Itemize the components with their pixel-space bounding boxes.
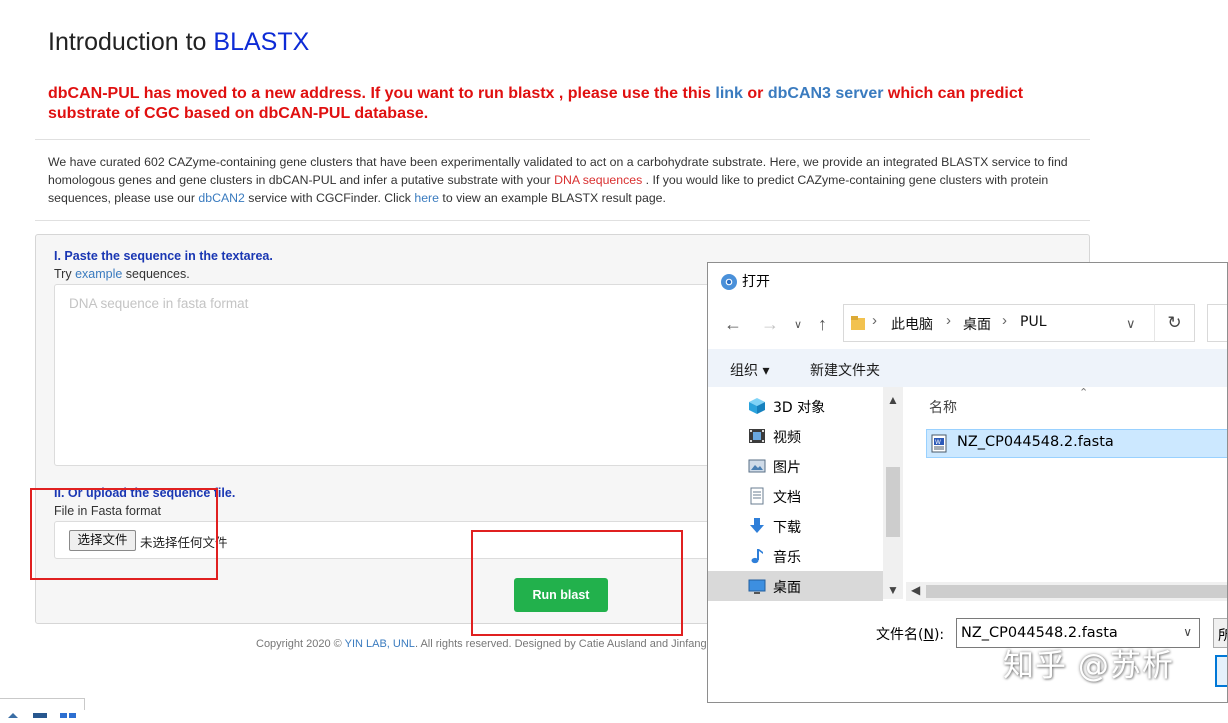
address-dropdown-icon[interactable]: ∨ — [1126, 316, 1136, 332]
nav-item-3d-objects[interactable]: 3D 对象 — [708, 391, 883, 421]
breadcrumb-separator-icon: › — [946, 312, 951, 329]
section-paste-hint: Try example sequences. — [54, 267, 190, 281]
fasta-file-icon: W — [931, 434, 947, 453]
nav-item-label: 文档 — [773, 490, 801, 506]
divider-bottom — [35, 220, 1090, 221]
intro-text-3: service with CGCFinder. Click — [244, 191, 415, 205]
dbcan2-link[interactable]: dbCAN2 — [198, 191, 244, 205]
nav-pane-scrollbar[interactable]: ▲ ▼ — [883, 387, 903, 599]
filename-label-text: 文件名( — [876, 627, 924, 643]
taskbar-app-icon[interactable] — [8, 705, 18, 718]
svg-text:W: W — [935, 439, 941, 446]
scroll-up-icon[interactable]: ▲ — [887, 393, 899, 407]
breadcrumb-separator-icon: › — [872, 312, 877, 329]
refresh-button[interactable]: ↻ — [1154, 304, 1195, 342]
document-icon — [748, 487, 766, 505]
nav-item-pictures[interactable]: 图片 — [708, 451, 883, 481]
example-sequences-link[interactable]: example — [75, 267, 122, 281]
music-icon — [748, 547, 766, 565]
taskbar-app-icon[interactable] — [33, 705, 47, 718]
breadcrumb-this-pc[interactable]: 此电脑 — [891, 314, 933, 334]
moved-notice: dbCAN-PUL has moved to a new address. If… — [48, 84, 1088, 124]
open-file-dialog: 打开 ← → ∨ ↑ › 此电脑 › 桌面 › PUL ∨ ↻ 组织 ▾ 新建文… — [707, 262, 1228, 703]
notice-text-1: dbCAN-PUL has moved to a new address. If… — [48, 85, 716, 102]
nav-item-label: 音乐 — [773, 550, 801, 566]
scroll-left-icon[interactable]: ◀ — [911, 583, 920, 597]
sort-ascending-icon: ⌃ — [1079, 387, 1089, 399]
file-list-item[interactable]: W NZ_CP044548.2.fasta — [926, 429, 1227, 458]
desktop-icon — [748, 577, 766, 595]
filename-label-key: N — [923, 627, 934, 643]
open-button[interactable] — [1215, 655, 1227, 687]
breadcrumb-pul[interactable]: PUL — [1020, 314, 1047, 330]
nav-item-label: 图片 — [773, 460, 801, 476]
nav-item-label: 下载 — [773, 520, 801, 536]
download-icon — [748, 517, 766, 535]
intro-paragraph: We have curated 602 CAZyme-containing ge… — [48, 153, 1088, 207]
breadcrumb-desktop[interactable]: 桌面 — [963, 314, 991, 334]
back-arrow-icon[interactable]: ← — [724, 314, 742, 335]
up-arrow-icon[interactable]: ↑ — [818, 314, 827, 335]
taskbar-app-icon[interactable] — [60, 705, 76, 718]
annotation-box-upload — [30, 488, 218, 580]
nav-item-documents[interactable]: 文档 — [708, 481, 883, 511]
address-bar[interactable]: › 此电脑 › 桌面 › PUL ∨ — [843, 304, 1195, 342]
picture-icon — [748, 457, 766, 475]
forward-arrow-icon[interactable]: → — [761, 314, 779, 335]
file-name: NZ_CP044548.2.fasta — [957, 434, 1114, 450]
nav-item-label: 桌面 — [773, 580, 801, 596]
section-paste-title: I. Paste the sequence in the textarea. — [54, 249, 273, 263]
example-result-link[interactable]: here — [414, 191, 439, 205]
folder-icon — [851, 315, 865, 336]
file-type-select[interactable]: 所 — [1213, 618, 1227, 648]
column-header-name[interactable]: 名称 — [929, 397, 957, 417]
new-folder-button[interactable]: 新建文件夹 — [810, 360, 880, 380]
navigation-pane: 3D 对象 视频 图片 文档 下载 音乐 桌面 — [708, 387, 883, 601]
file-list-horizontal-scrollbar[interactable]: ◀ — [906, 582, 1227, 601]
video-icon — [748, 427, 766, 445]
recent-dropdown-icon[interactable]: ∨ — [794, 318, 802, 331]
zhihu-watermark: 知乎 @苏析 — [1003, 648, 1174, 684]
sequence-textarea[interactable] — [54, 284, 754, 466]
filename-value: NZ_CP044548.2.fasta — [961, 625, 1118, 641]
dbcan3-server-link[interactable]: dbCAN3 server — [768, 85, 884, 102]
scrollbar-thumb[interactable] — [886, 467, 900, 537]
search-box[interactable] — [1207, 304, 1227, 342]
organize-menu[interactable]: 组织 ▾ — [730, 360, 769, 380]
notice-link[interactable]: link — [715, 85, 743, 102]
notice-text-2: or — [742, 85, 768, 102]
dialog-toolbar — [708, 349, 1227, 387]
nav-item-videos[interactable]: 视频 — [708, 421, 883, 451]
nav-item-desktop[interactable]: 桌面 — [708, 571, 883, 601]
page-title-accent: BLASTX — [213, 28, 310, 56]
dialog-title: 打开 — [742, 274, 770, 290]
filename-label-end: ): — [933, 627, 945, 643]
scrollbar-thumb[interactable] — [926, 585, 1227, 598]
footer-suffix: . All rights reserved. Designed by Catie… — [414, 638, 707, 650]
hint-suffix: sequences. — [122, 267, 190, 281]
yin-lab-link[interactable]: YIN LAB, UNL — [345, 638, 415, 650]
footer-prefix: Copyright 2020 © — [256, 638, 345, 650]
file-type-label: 所 — [1218, 625, 1227, 645]
filename-label: 文件名(N): — [876, 624, 944, 644]
refresh-icon: ↻ — [1167, 313, 1182, 332]
nav-item-label: 视频 — [773, 430, 801, 446]
divider-top — [35, 139, 1090, 140]
nav-item-label: 3D 对象 — [773, 400, 826, 416]
filename-dropdown-icon[interactable]: ∨ — [1183, 625, 1192, 639]
copyright-footer: Copyright 2020 © YIN LAB, UNL. All right… — [256, 638, 707, 650]
page-title-prefix: Introduction to — [48, 28, 214, 56]
intro-text-4: to view an example BLASTX result page. — [438, 191, 666, 205]
page-title: Introduction to BLASTX — [48, 28, 309, 57]
nav-item-downloads[interactable]: 下载 — [708, 511, 883, 541]
cube-3d-icon — [748, 397, 766, 415]
chrome-app-icon — [720, 273, 738, 296]
dna-sequences-link[interactable]: DNA sequences — [554, 173, 642, 187]
hint-prefix: Try — [54, 267, 76, 281]
nav-item-music[interactable]: 音乐 — [708, 541, 883, 571]
annotation-box-run — [471, 530, 683, 636]
breadcrumb-separator-icon: › — [1002, 312, 1007, 329]
scroll-down-icon[interactable]: ▼ — [887, 583, 899, 597]
